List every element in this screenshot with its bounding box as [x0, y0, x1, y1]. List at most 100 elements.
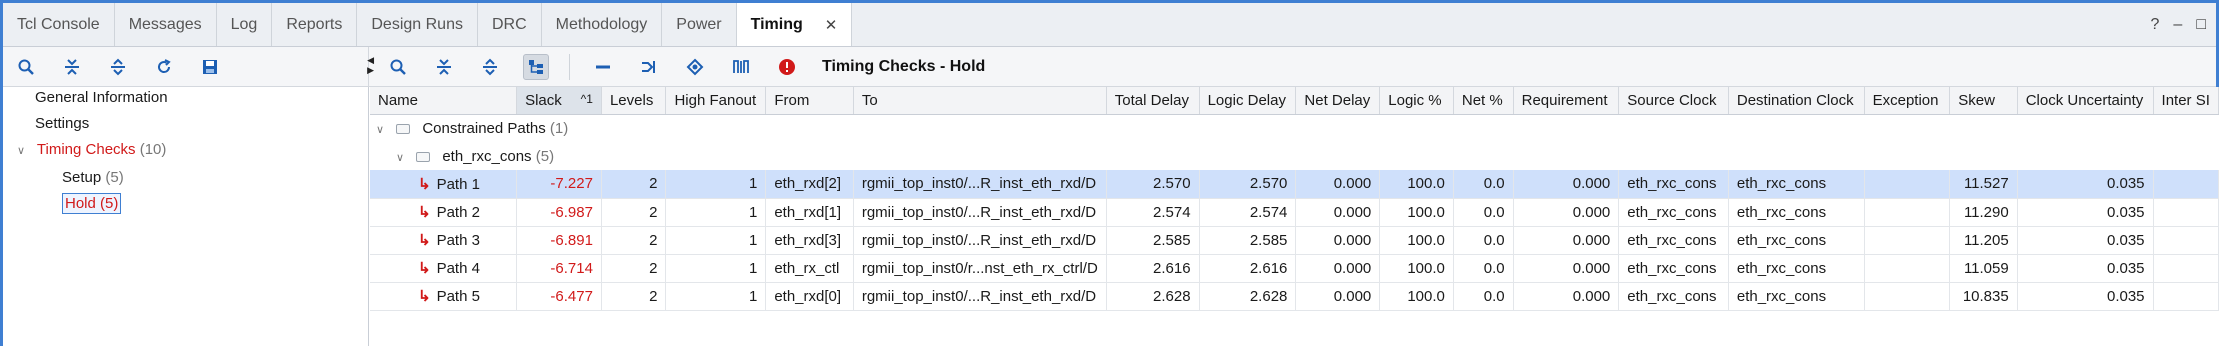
- slack-cell: -7.227: [516, 170, 602, 199]
- column-header-destination-clock[interactable]: Destination Clock: [1728, 87, 1865, 115]
- logic-pct-cell: 100.0: [1379, 170, 1454, 199]
- levels-cell: 2: [601, 254, 667, 283]
- device-view-icon[interactable]: [682, 54, 708, 80]
- column-header-source-clock[interactable]: Source Clock: [1618, 87, 1729, 115]
- tree-item-setup[interactable]: Setup (5): [62, 169, 124, 186]
- chevron-down-icon[interactable]: ∨: [17, 144, 33, 157]
- tree-toolbar: ◀ ▶: [3, 47, 374, 86]
- group-row-clock[interactable]: ∨ eth_rxc_cons (5): [370, 142, 2219, 170]
- waveform-icon[interactable]: [728, 54, 754, 80]
- clock-uncertainty-cell: 0.035: [2017, 254, 2154, 283]
- logic-delay-cell: 2.574: [1199, 198, 1297, 227]
- column-header-name[interactable]: Name: [370, 87, 518, 115]
- from-cell: eth_rxd[3]: [765, 226, 854, 255]
- search-icon[interactable]: [13, 54, 39, 80]
- tab-methodology[interactable]: Methodology: [542, 3, 663, 46]
- expand-all-icon[interactable]: [105, 54, 131, 80]
- maximize-icon[interactable]: □: [2196, 16, 2206, 34]
- minimize-icon[interactable]: –: [2173, 16, 2182, 34]
- group-by-icon[interactable]: [523, 53, 549, 80]
- table-row[interactable]: ↳ Path 4 -6.714 2 1 eth_rx_ctl rgmii_top_inst0…: [370, 254, 2219, 283]
- column-header-logic-delay[interactable]: Logic Delay: [1199, 87, 1297, 115]
- save-icon[interactable]: [197, 54, 223, 80]
- column-header-to[interactable]: To: [853, 87, 1107, 115]
- column-header-total-delay[interactable]: Total Delay: [1106, 87, 1200, 115]
- column-header-net-pct[interactable]: Net %: [1453, 87, 1514, 115]
- column-header-exception[interactable]: Exception: [1864, 87, 1951, 115]
- tree-item-hold[interactable]: Hold (5): [62, 193, 122, 214]
- tree-item-count: (10): [139, 141, 167, 158]
- timing-path-icon: ↳: [418, 260, 431, 277]
- logic-delay-cell: 2.628: [1199, 282, 1297, 311]
- tab-label: Tcl Console: [17, 15, 100, 33]
- column-header-skew[interactable]: Skew: [1949, 87, 2018, 115]
- column-header-logic-pct[interactable]: Logic %: [1379, 87, 1454, 115]
- tab-drc[interactable]: DRC: [478, 3, 542, 46]
- tab-log[interactable]: Log: [217, 3, 273, 46]
- path-name: ↳ Path 4: [370, 254, 518, 283]
- minus-icon[interactable]: [590, 54, 616, 80]
- tab-reports[interactable]: Reports: [272, 3, 358, 46]
- close-icon[interactable]: ✕: [825, 16, 838, 34]
- column-header-net-delay[interactable]: Net Delay: [1295, 87, 1381, 115]
- tab-power[interactable]: Power: [662, 3, 737, 46]
- path-name: ↳ Path 1: [370, 170, 518, 199]
- schematic-icon[interactable]: [636, 54, 662, 80]
- tab-tcl-console[interactable]: Tcl Console: [3, 3, 115, 46]
- refresh-icon[interactable]: [151, 54, 177, 80]
- tree-item-label: Timing Checks: [36, 141, 136, 158]
- logic-delay-cell: 2.616: [1199, 254, 1297, 283]
- requirement-cell: 0.000: [1513, 198, 1620, 227]
- net-delay-cell: 0.000: [1295, 254, 1381, 283]
- inter-si-cell: [2153, 226, 2219, 255]
- column-header-requirement[interactable]: Requirement: [1513, 87, 1620, 115]
- group-count: (1): [549, 119, 569, 137]
- source-clock-cell: eth_rxc_cons: [1618, 254, 1729, 283]
- requirement-cell: 0.000: [1513, 282, 1620, 311]
- path-label: Path 2: [436, 204, 480, 221]
- net-delay-cell: 0.000: [1295, 198, 1381, 227]
- column-header-levels[interactable]: Levels: [601, 87, 667, 115]
- total-delay-cell: 2.574: [1106, 198, 1200, 227]
- column-header-slack[interactable]: Slack ^1: [516, 87, 602, 115]
- high-fanout-cell: 1: [665, 282, 767, 311]
- table-row[interactable]: ↳ Path 1 -7.227 2 1 eth_rxd[2] rgmii_top_inst0…: [370, 170, 2219, 199]
- total-delay-cell: 2.628: [1106, 282, 1200, 311]
- chevron-down-icon[interactable]: ∨: [396, 151, 412, 164]
- high-fanout-cell: 1: [665, 170, 767, 199]
- column-header-high-fanout[interactable]: High Fanout: [665, 87, 767, 115]
- table-row[interactable]: ↳ Path 3 -6.891 2 1 eth_rxd[3] rgmii_top_inst0…: [370, 226, 2219, 255]
- tree-item-general-information[interactable]: General Information: [35, 89, 168, 106]
- net-delay-cell: 0.000: [1295, 226, 1381, 255]
- from-cell: eth_rxd[2]: [765, 170, 854, 199]
- exception-cell: [1864, 254, 1951, 283]
- folder-icon: [396, 123, 411, 134]
- column-header-label: Slack: [525, 91, 562, 109]
- search-icon[interactable]: [385, 54, 411, 80]
- folder-icon: [416, 151, 431, 162]
- column-header-inter-si[interactable]: Inter SI: [2153, 87, 2219, 115]
- tab-messages[interactable]: Messages: [115, 3, 217, 46]
- expand-all-icon[interactable]: [477, 54, 503, 80]
- destination-clock-cell: eth_rxc_cons: [1728, 282, 1865, 311]
- chevron-down-icon[interactable]: ∨: [376, 123, 392, 136]
- tree-item-label: Settings: [35, 115, 90, 132]
- destination-clock-cell: eth_rxc_cons: [1728, 226, 1865, 255]
- table-row[interactable]: ↳ Path 2 -6.987 2 1 eth_rxd[1] rgmii_top_inst0…: [370, 198, 2219, 227]
- column-header-clock-uncertainty[interactable]: Clock Uncertainty: [2017, 87, 2154, 115]
- skew-cell: 11.205: [1949, 226, 2018, 255]
- table-row[interactable]: ↳ Path 5 -6.477 2 1 eth_rxd[0] rgmii_top_inst0…: [370, 282, 2219, 311]
- collapse-all-icon[interactable]: [431, 54, 457, 80]
- help-icon[interactable]: ?: [2151, 16, 2160, 34]
- slack-cell: -6.891: [516, 226, 602, 255]
- collapse-all-icon[interactable]: [59, 54, 85, 80]
- tab-timing[interactable]: Timing ✕: [736, 3, 853, 46]
- tab-design-runs[interactable]: Design Runs: [357, 3, 478, 46]
- tab-label: Power: [676, 15, 722, 33]
- to-cell: rgmii_top_inst0/...R_inst_eth_rxd/D: [853, 170, 1107, 199]
- group-row-constrained-paths[interactable]: ∨ Constrained Paths (1): [370, 114, 2219, 142]
- tree-item-timing-checks[interactable]: ∨ Timing Checks (10): [17, 141, 166, 158]
- splitter-arrows-icon[interactable]: ◀ ▶: [367, 55, 374, 75]
- column-header-from[interactable]: From: [765, 87, 854, 115]
- tree-item-settings[interactable]: Settings: [35, 115, 89, 132]
